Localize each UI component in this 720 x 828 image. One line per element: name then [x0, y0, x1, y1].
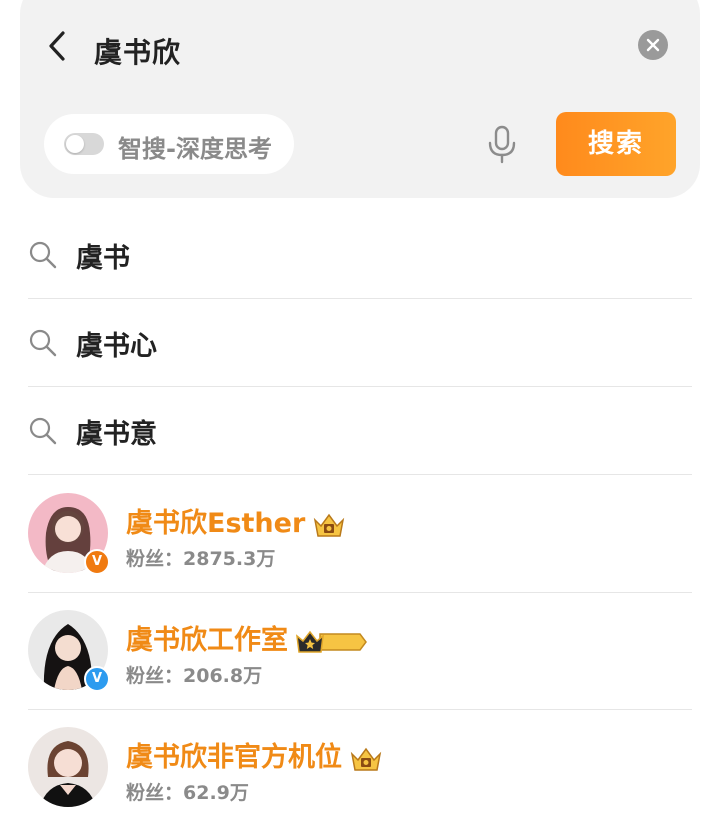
username-text: 虞书欣非官方机位 [126, 742, 342, 773]
search-icon [29, 417, 57, 445]
username: 虞书欣Esther [126, 501, 347, 540]
fan-count: 粉丝：62.9万 [126, 782, 249, 804]
toggle-switch[interactable] [64, 133, 104, 155]
suggestion-item[interactable]: 虞书心 [28, 298, 692, 387]
fan-count: 粉丝：206.8万 [126, 665, 263, 687]
chevron-left-icon [49, 31, 65, 61]
fan-count: 粉丝：2875.3万 [126, 548, 276, 570]
voice-search-button[interactable] [484, 124, 520, 164]
verified-badge: V [84, 549, 110, 575]
avatar[interactable] [28, 727, 108, 807]
microphone-icon [488, 125, 516, 164]
clear-button[interactable] [638, 30, 668, 60]
suggestion-text: 虞书 [76, 243, 130, 274]
user-result[interactable]: 虞书欣非官方机位 粉丝：62.9万 [28, 709, 692, 826]
deep-search-toggle[interactable]: 智搜-深度思考 [44, 114, 294, 174]
suggestion-item[interactable]: 虞书 [28, 210, 692, 299]
search-icon [29, 241, 57, 269]
crown-level-badge-icon [296, 630, 367, 653]
user-result[interactable]: V 虞书欣工作室 粉丝：206.8万 [28, 592, 692, 710]
close-icon [646, 38, 660, 52]
back-button[interactable] [40, 28, 76, 64]
verified-badge: V [84, 666, 110, 692]
toggle-knob [66, 135, 84, 153]
suggestion-text: 虞书心 [76, 331, 157, 362]
user-result[interactable]: V 虞书欣Esther 粉丝：2875.3万 [28, 475, 692, 593]
username-text: 虞书欣工作室 [126, 625, 288, 656]
username-text: 虞书欣Esther [126, 508, 306, 539]
username: 虞书欣非官方机位 [126, 735, 384, 774]
suggestion-text: 虞书意 [76, 419, 157, 450]
search-input[interactable]: 虞书欣 [94, 31, 181, 71]
search-icon [29, 329, 57, 357]
deep-search-label: 智搜-深度思考 [118, 135, 272, 163]
username: 虞书欣工作室 [126, 618, 370, 657]
search-button[interactable]: 搜索 [556, 112, 676, 176]
avatar-image [28, 727, 108, 807]
crown-badge-icon [314, 513, 345, 537]
crown-badge-icon [350, 747, 382, 771]
suggestion-item[interactable]: 虞书意 [28, 386, 692, 475]
